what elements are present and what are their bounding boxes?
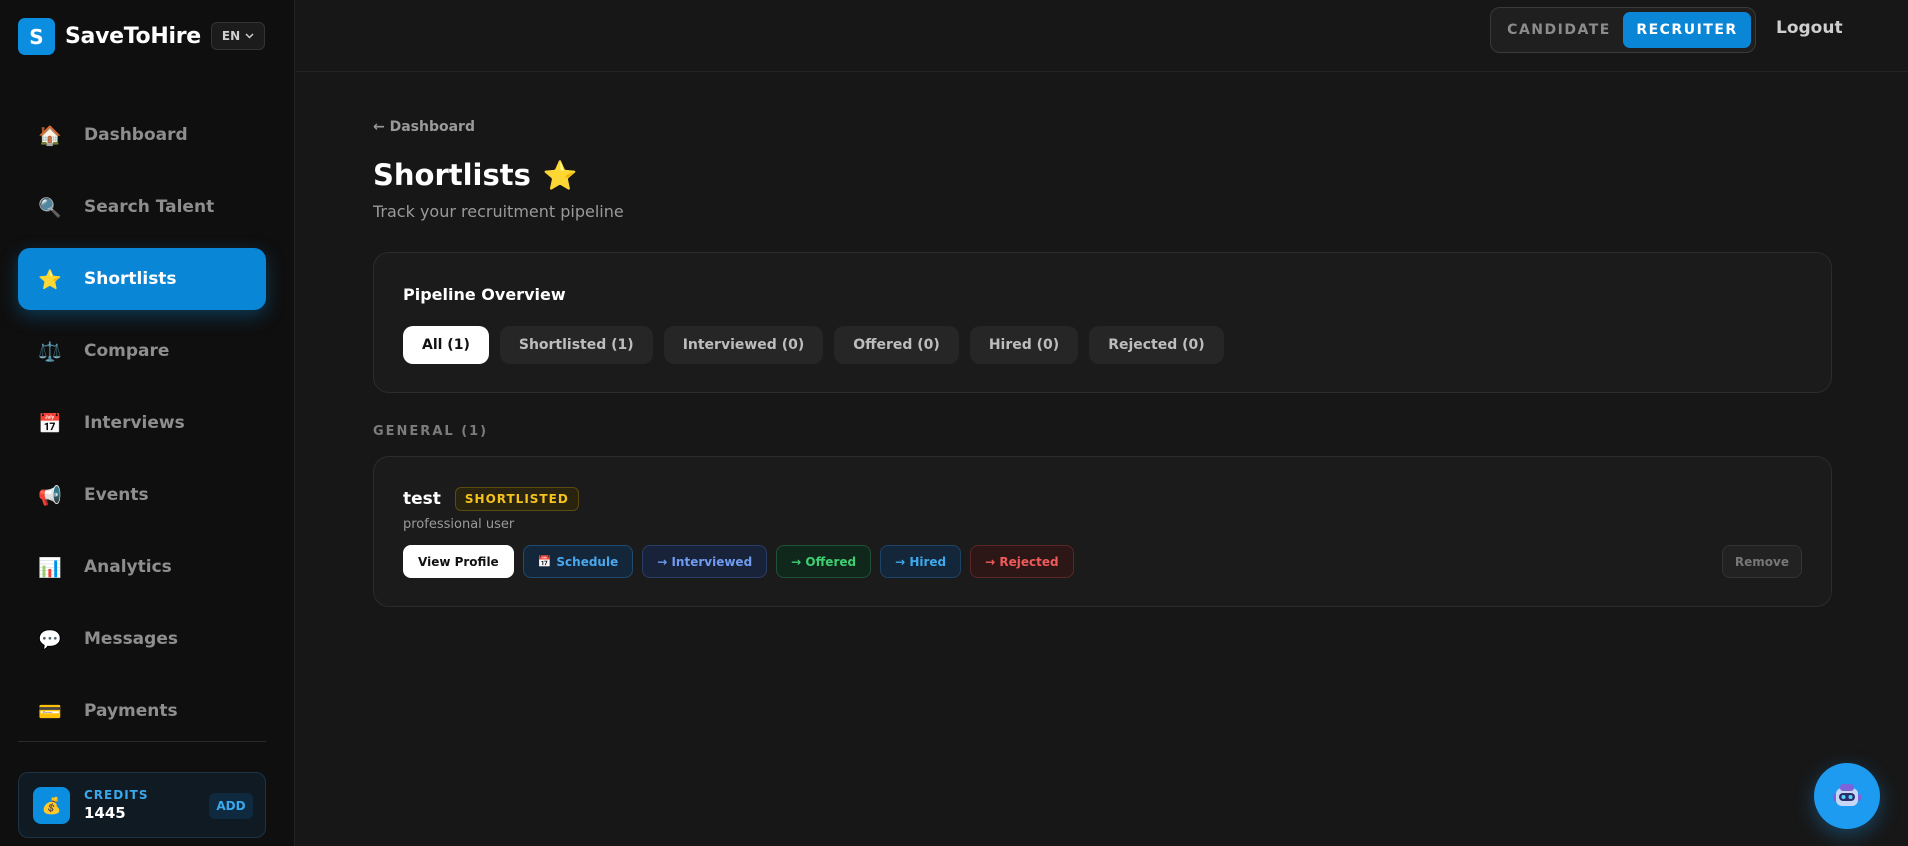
- sidebar-item-payments[interactable]: 💳 Payments: [18, 680, 266, 742]
- sidebar-item-label: Interviews: [84, 413, 185, 433]
- home-icon: 🏠: [38, 124, 62, 147]
- pipeline-filters: All (1) Shortlisted (1) Interviewed (0) …: [403, 326, 1224, 364]
- sidebar-item-interviews[interactable]: 📅 Interviews: [18, 392, 266, 454]
- sidebar-item-label: Payments: [84, 701, 178, 721]
- pipeline-overview-title: Pipeline Overview: [403, 285, 566, 304]
- sidebar-item-events[interactable]: 📢 Events: [18, 464, 266, 526]
- sidebar-item-messages[interactable]: 💬 Messages: [18, 608, 266, 670]
- scales-icon: ⚖️: [38, 340, 62, 363]
- sidebar-item-label: Compare: [84, 341, 170, 361]
- candidate-actions: View Profile 📅 Schedule → Interviewed → …: [403, 545, 1074, 578]
- search-icon: 🔍: [38, 196, 62, 219]
- move-to-interviewed-button[interactable]: → Interviewed: [642, 545, 768, 578]
- brand[interactable]: S SaveToHire: [18, 18, 201, 55]
- schedule-label: Schedule: [556, 554, 619, 569]
- schedule-button[interactable]: 📅 Schedule: [522, 545, 634, 578]
- filter-offered[interactable]: Offered (0): [834, 326, 959, 364]
- page-subtitle: Track your recruitment pipeline: [373, 202, 624, 221]
- sidebar-item-label: Analytics: [84, 557, 172, 577]
- calendar-icon: 📅: [537, 555, 552, 568]
- sidebar-item-label: Dashboard: [84, 125, 188, 145]
- sidebar-item-label: Shortlists: [84, 269, 177, 289]
- money-bag-icon: 💰: [33, 786, 70, 824]
- sidebar-item-analytics[interactable]: 📊 Analytics: [18, 536, 266, 598]
- calendar-icon: 📅: [38, 412, 62, 435]
- add-credits-button[interactable]: ADD: [209, 793, 253, 819]
- section-heading: GENERAL (1): [373, 424, 489, 439]
- star-icon: ⭐: [38, 268, 62, 291]
- move-to-offered-button[interactable]: → Offered: [776, 545, 872, 578]
- sidebar-item-compare[interactable]: ⚖️ Compare: [18, 320, 266, 382]
- view-profile-button[interactable]: View Profile: [403, 545, 514, 578]
- logout-button[interactable]: Logout: [1776, 18, 1843, 38]
- language-label: EN: [221, 29, 241, 43]
- credits-widget: 💰 CREDITS 1445 ADD: [18, 772, 266, 838]
- role-recruiter-button[interactable]: RECRUITER: [1623, 12, 1751, 48]
- sidebar-item-label: Events: [84, 485, 149, 505]
- top-bar: CANDIDATE RECRUITER Logout: [296, 0, 1908, 72]
- pipeline-overview-panel: Pipeline Overview All (1) Shortlisted (1…: [373, 252, 1832, 393]
- role-toggle: CANDIDATE RECRUITER: [1490, 7, 1756, 53]
- filter-hired[interactable]: Hired (0): [969, 326, 1079, 364]
- sidebar-item-label: Search Talent: [84, 197, 215, 217]
- filter-interviewed[interactable]: Interviewed (0): [663, 326, 824, 364]
- speech-bubble-icon: 💬: [38, 628, 62, 651]
- filter-all[interactable]: All (1): [403, 326, 489, 364]
- credits-label: CREDITS: [84, 788, 149, 802]
- candidate-name: test: [403, 489, 441, 509]
- sidebar-divider: [18, 741, 266, 742]
- filter-shortlisted[interactable]: Shortlisted (1): [499, 326, 653, 364]
- back-to-dashboard-link[interactable]: ← Dashboard: [373, 119, 475, 135]
- robot-icon: [1833, 784, 1861, 806]
- candidate-role: professional user: [403, 517, 515, 532]
- move-to-hired-button[interactable]: → Hired: [880, 545, 962, 578]
- sidebar-nav: 🏠 Dashboard 🔍 Search Talent ⭐ Shortlists…: [18, 104, 266, 752]
- brand-logo-icon: S: [18, 18, 55, 55]
- brand-name: SaveToHire: [65, 24, 201, 49]
- role-candidate-button[interactable]: CANDIDATE: [1495, 12, 1623, 48]
- sidebar-item-label: Messages: [84, 629, 178, 649]
- status-badge: SHORTLISTED: [454, 487, 579, 511]
- page-title: Shortlists ⭐: [373, 158, 578, 192]
- page-title-text: Shortlists: [373, 158, 531, 192]
- credit-card-icon: 💳: [38, 700, 62, 723]
- move-to-rejected-button[interactable]: → Rejected: [970, 545, 1074, 578]
- language-selector[interactable]: EN: [211, 22, 265, 50]
- remove-button[interactable]: Remove: [1721, 545, 1802, 578]
- chevron-down-icon: [245, 33, 254, 39]
- megaphone-icon: 📢: [38, 484, 62, 507]
- sidebar-item-shortlists[interactable]: ⭐ Shortlists: [18, 248, 266, 310]
- credits-value: 1445: [84, 804, 126, 822]
- sidebar-item-dashboard[interactable]: 🏠 Dashboard: [18, 104, 266, 166]
- star-icon: ⭐: [542, 158, 578, 192]
- sidebar-item-search-talent[interactable]: 🔍 Search Talent: [18, 176, 266, 238]
- bar-chart-icon: 📊: [38, 556, 62, 579]
- sidebar: S SaveToHire EN 🏠 Dashboard 🔍 Search Tal…: [0, 0, 295, 846]
- filter-rejected[interactable]: Rejected (0): [1089, 326, 1224, 364]
- chatbot-button[interactable]: [1814, 763, 1880, 829]
- candidate-card: test SHORTLISTED professional user View …: [373, 456, 1832, 607]
